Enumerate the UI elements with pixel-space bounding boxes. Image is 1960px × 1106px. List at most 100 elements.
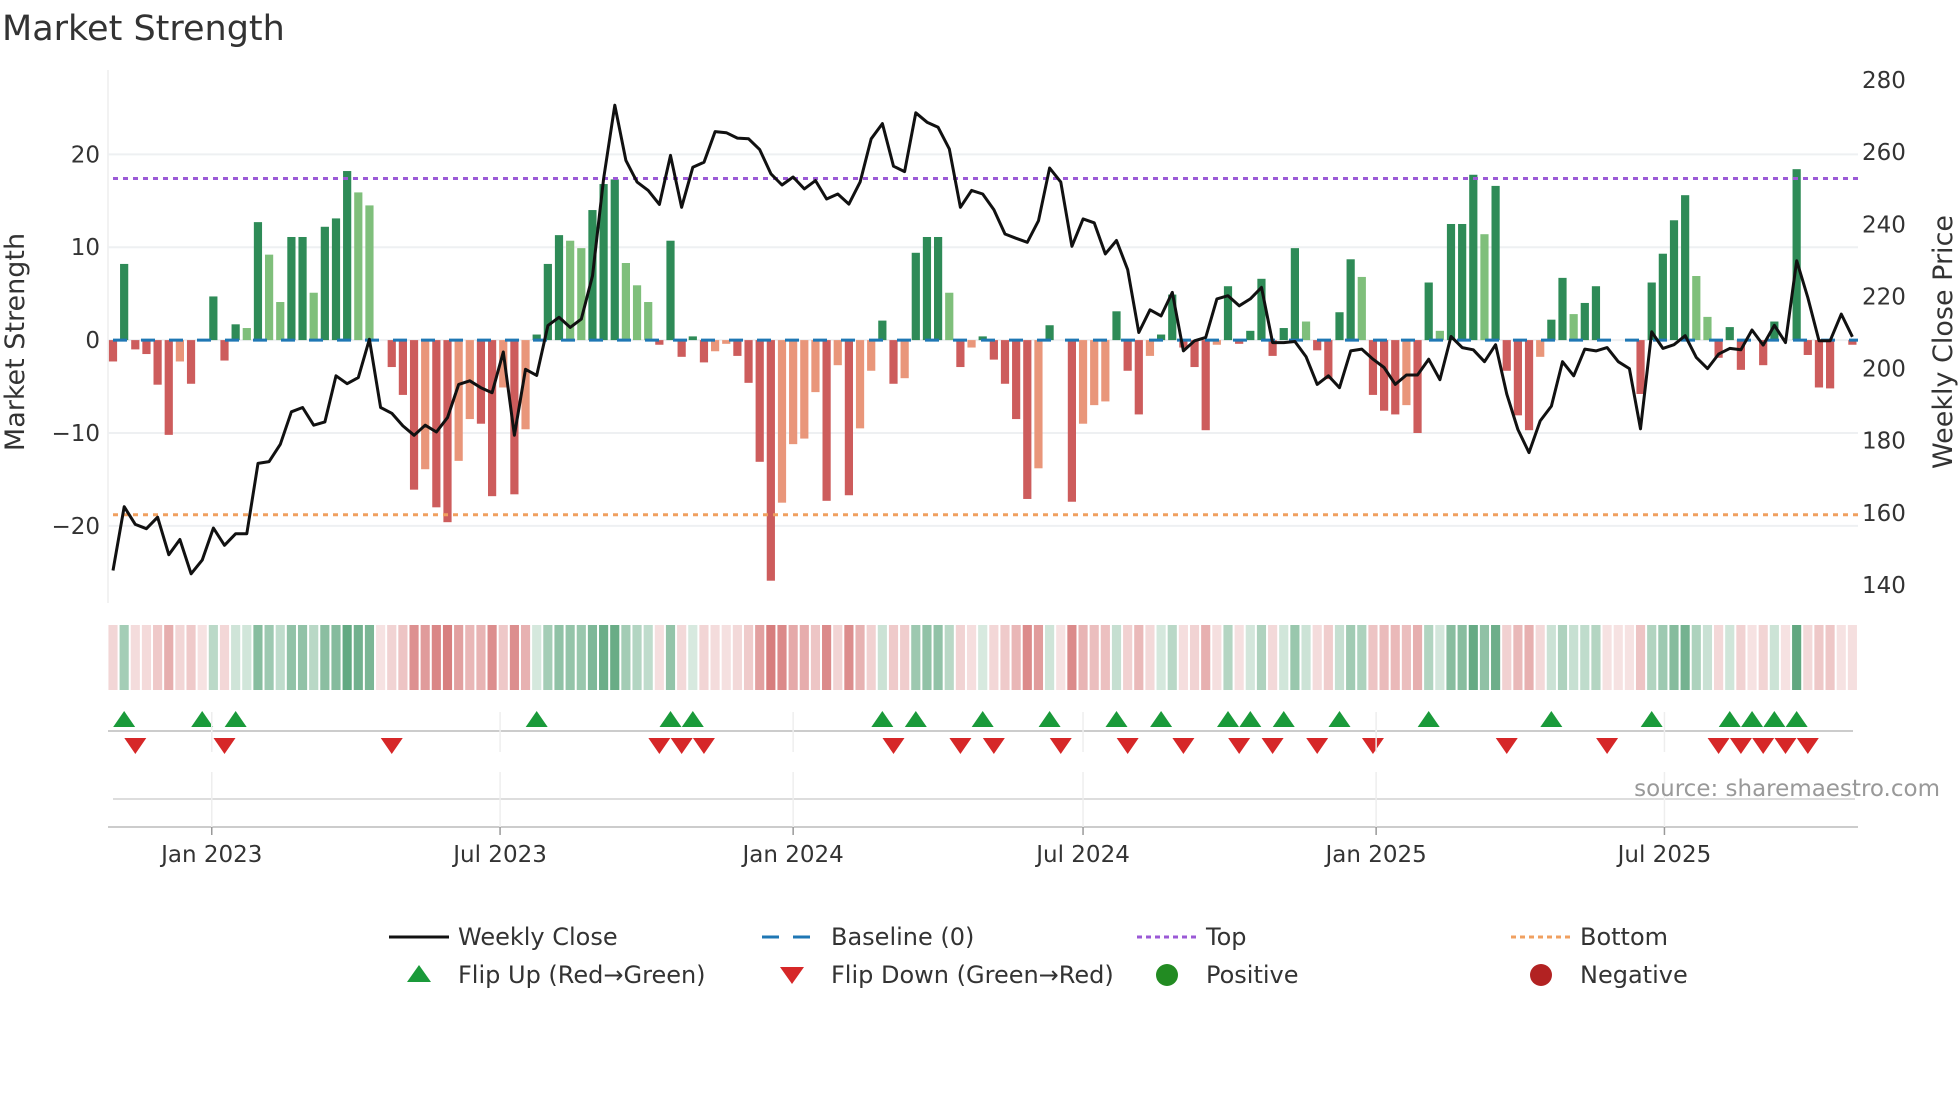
negative-bar	[777, 340, 787, 503]
negative-bar	[1636, 340, 1645, 394]
strip-cell	[743, 625, 754, 690]
x-tick-label: Jan 2024	[740, 842, 843, 868]
strip-cell	[1468, 625, 1478, 690]
positive-bar	[1346, 259, 1355, 341]
strip-cell	[1401, 625, 1411, 690]
strip-cell	[989, 625, 999, 690]
positive-bar	[610, 179, 619, 341]
negative-bar	[1067, 340, 1076, 502]
strip-cell	[944, 625, 954, 690]
strip-cell	[197, 625, 207, 690]
strip-cell	[376, 625, 386, 690]
y-tick-label: 0	[85, 328, 100, 354]
positive-bar	[1279, 328, 1288, 341]
strip-cell	[1479, 625, 1490, 690]
strip-cell	[342, 625, 352, 690]
negative-bar	[1524, 340, 1534, 431]
strip-cell	[1178, 625, 1188, 690]
flip-down-marker	[949, 738, 972, 754]
legend-label: Baseline (0)	[831, 923, 974, 951]
strip-cell	[1557, 625, 1568, 690]
legend-item-close: Weekly Close	[389, 923, 618, 951]
negative-bar	[1123, 340, 1132, 371]
strip-cell	[654, 625, 664, 690]
strip-cell	[1769, 625, 1779, 690]
strip-cell	[855, 625, 865, 690]
strip-cell	[1624, 625, 1634, 690]
strip-cell	[164, 625, 174, 690]
negative-bar	[1090, 340, 1099, 406]
flip-up-marker	[1038, 711, 1061, 727]
flip-up-marker	[681, 711, 704, 727]
negative-bar	[967, 340, 976, 348]
positive-bar	[1692, 276, 1701, 341]
legend-label: Bottom	[1580, 923, 1668, 951]
negative-bar	[1502, 340, 1511, 371]
positive-bar	[934, 236, 943, 341]
positive-bar	[577, 248, 586, 341]
triangle-down-icon	[780, 967, 804, 984]
strip-cell	[665, 625, 676, 690]
positive-bar	[343, 171, 352, 341]
positive-bar	[1424, 282, 1433, 341]
strip-cell	[599, 625, 609, 690]
flip-up-marker	[224, 711, 247, 727]
positive-bar	[253, 222, 263, 341]
strip-cell	[933, 625, 943, 690]
negative-bar	[142, 340, 151, 355]
x-axis: Jan 2023 Jul 2023 Jan 2024 Jul 2024 Jan 2025…	[108, 712, 1858, 868]
circle-positive-icon	[1156, 964, 1178, 986]
flip-down-marker	[124, 738, 147, 754]
strip-cell	[1658, 625, 1668, 690]
strip-cell	[1011, 625, 1021, 690]
strip-cell	[130, 625, 140, 690]
negative-bar	[488, 340, 497, 497]
flip-down-marker	[982, 738, 1005, 754]
strip-cell	[1669, 625, 1679, 690]
x-tick-label: Jan 2025	[1323, 842, 1426, 868]
negative-bar	[1000, 340, 1010, 384]
strip-cell	[1680, 625, 1690, 690]
negative-bar	[1803, 340, 1812, 355]
strip-cell	[175, 625, 185, 690]
negative-bar	[1826, 340, 1835, 389]
strip-cell	[1613, 625, 1623, 690]
strip-cell	[721, 625, 731, 690]
strip-cell	[520, 625, 531, 690]
strip-cell	[353, 625, 363, 690]
strip-cell	[1100, 625, 1110, 690]
negative-bar	[1391, 340, 1400, 415]
strip-cell	[755, 625, 765, 690]
positive-bar	[1547, 319, 1556, 341]
strip-cell	[253, 625, 263, 690]
negative-bar	[844, 340, 853, 496]
strip-cell	[1189, 625, 1200, 690]
legend: Weekly Close Baseline (0) Top Bottom Flip Up…	[389, 923, 1688, 989]
strip-cell	[810, 625, 821, 690]
positive-bar	[242, 328, 251, 341]
y-tick-label: 20	[71, 142, 100, 168]
flip-up-marker	[1417, 711, 1440, 727]
flip-down-marker	[1116, 738, 1139, 754]
strip-cell	[1245, 625, 1255, 690]
flip-up-marker	[659, 711, 682, 727]
x-tick-label: Jan 2023	[159, 842, 262, 868]
strip-cell	[108, 625, 118, 690]
negative-bar	[733, 340, 742, 356]
positive-bar	[231, 324, 240, 341]
negative-bar	[432, 340, 441, 508]
negative-bar	[1380, 340, 1389, 411]
strip-cell	[1390, 625, 1400, 690]
y2-tick-label: 240	[1862, 212, 1906, 238]
strip-cell	[119, 625, 129, 690]
positive-bar	[632, 285, 642, 341]
strip-cell	[1758, 625, 1768, 690]
positive-bar	[1558, 277, 1567, 341]
right-axis-ticks: 140 160 180 200 220 240 260 280	[1862, 68, 1906, 599]
flip-up-marker	[1785, 711, 1808, 727]
flip-down-marker	[882, 738, 905, 754]
flip-up-marker	[191, 711, 214, 727]
strip-cell	[1725, 625, 1735, 690]
strip-cell	[621, 625, 631, 690]
source-note: source: sharemaestro.com	[1634, 776, 1940, 802]
